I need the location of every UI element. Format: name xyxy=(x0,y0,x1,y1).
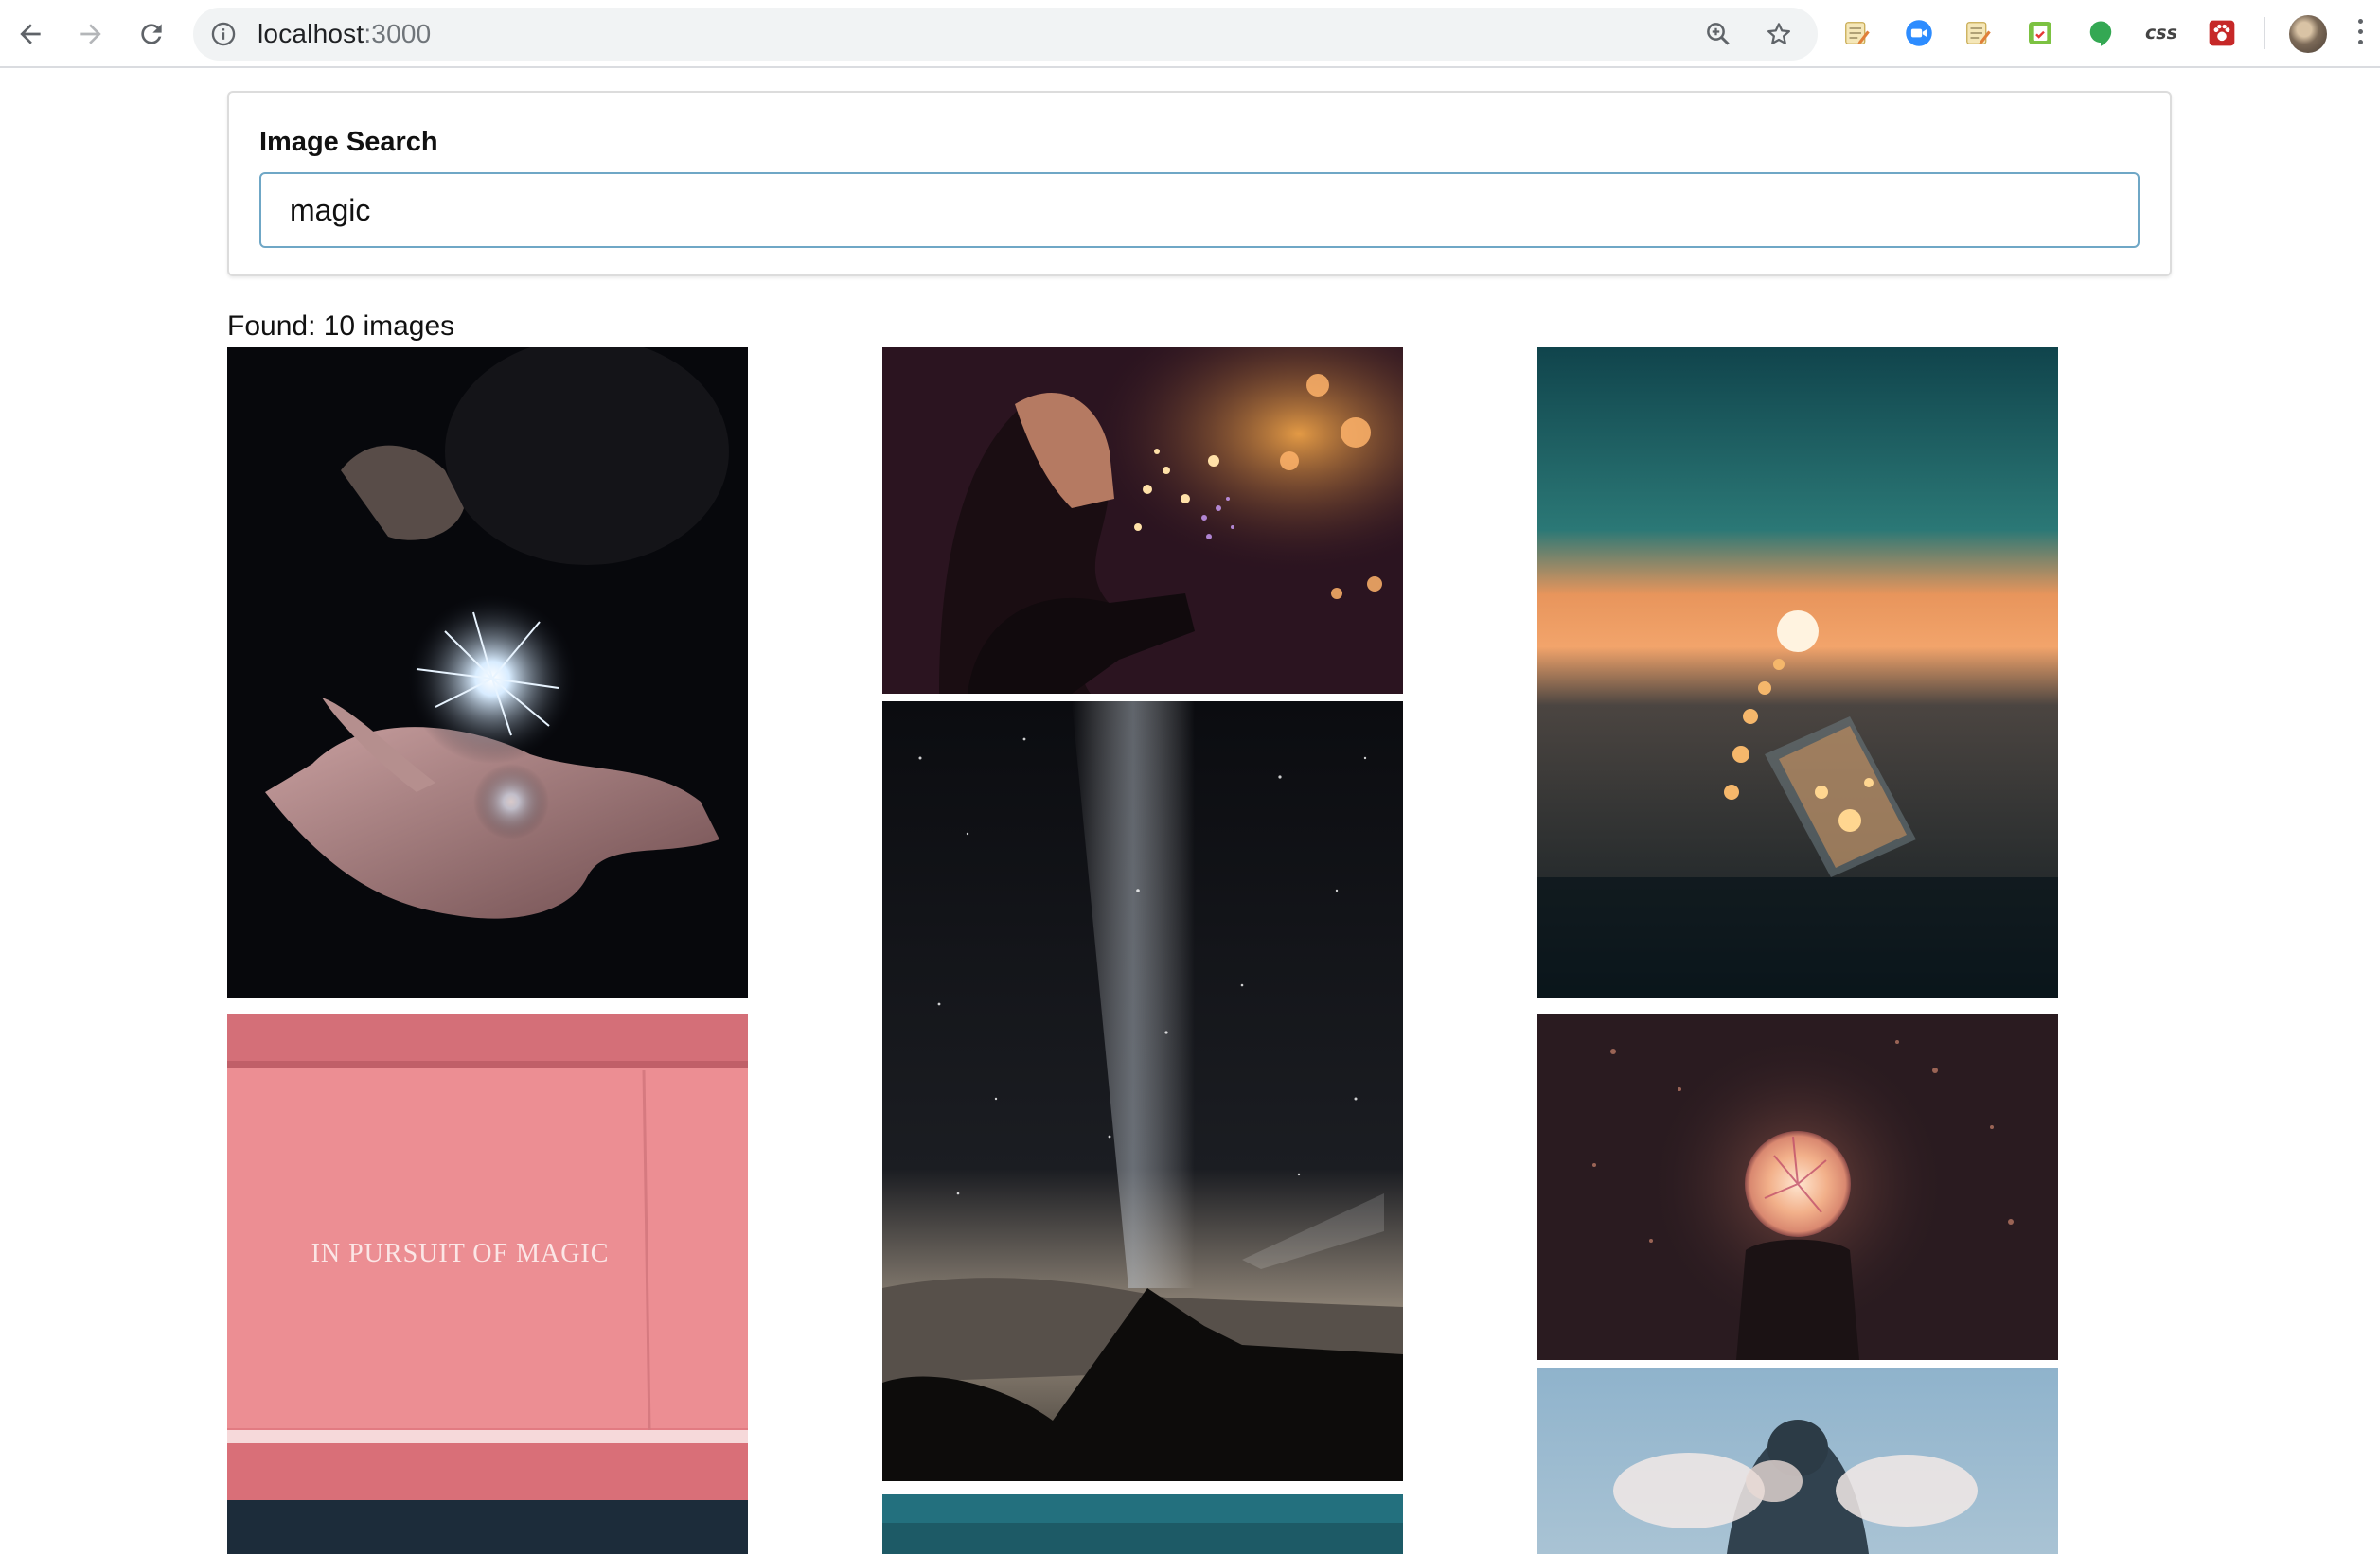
toolbar-divider xyxy=(2264,17,2265,49)
notepad-extension-icon[interactable] xyxy=(1840,17,1873,49)
result-image-teal[interactable] xyxy=(882,1494,1403,1554)
zoom-in-icon[interactable] xyxy=(1704,20,1732,48)
result-image-girl-sparks[interactable] xyxy=(882,347,1403,694)
results-count: Found: 10 images xyxy=(227,310,455,342)
reload-icon xyxy=(141,24,162,44)
url-host: localhost xyxy=(258,19,364,48)
search-input[interactable] xyxy=(259,172,2140,248)
reload-button[interactable] xyxy=(133,15,170,53)
back-arrow-icon xyxy=(20,24,41,44)
search-card: Image Search xyxy=(227,91,2172,276)
result-image-jar-lights[interactable] xyxy=(1537,347,2058,998)
notepad-extension-icon-2[interactable] xyxy=(1962,17,1994,49)
zoom-extension-icon[interactable] xyxy=(1903,17,1935,49)
paw-extension-icon[interactable] xyxy=(2206,17,2238,49)
browser-menu-icon[interactable] xyxy=(2355,19,2365,49)
pink-image-text: IN PURSUIT OF MAGIC xyxy=(311,1239,610,1268)
address-bar[interactable]: localhost:3000 xyxy=(193,8,1818,61)
search-label: Image Search xyxy=(259,127,438,157)
url-port: :3000 xyxy=(364,19,432,48)
url-text: localhost:3000 xyxy=(258,20,431,48)
forward-button[interactable] xyxy=(72,15,110,53)
browser-toolbar: localhost:3000 css xyxy=(0,0,2380,68)
result-image-plasma-ball[interactable] xyxy=(1537,1014,2058,1360)
result-image-smoke-person[interactable] xyxy=(1537,1368,2058,1554)
clipboard-extension-icon[interactable] xyxy=(2024,17,2056,49)
forward-arrow-icon xyxy=(80,24,101,44)
css-extension-icon[interactable]: css xyxy=(2145,17,2177,49)
bookmark-star-icon[interactable] xyxy=(1765,20,1793,48)
result-image-sparkler-hand[interactable] xyxy=(227,347,748,998)
profile-avatar[interactable] xyxy=(2289,15,2327,53)
result-image-pursuit-of-magic[interactable]: IN PURSUIT OF MAGIC xyxy=(227,1014,748,1554)
info-icon[interactable] xyxy=(210,21,237,47)
back-button[interactable] xyxy=(11,15,49,53)
result-image-milky-way[interactable] xyxy=(882,701,1403,1481)
hangouts-extension-icon[interactable] xyxy=(2085,17,2117,49)
